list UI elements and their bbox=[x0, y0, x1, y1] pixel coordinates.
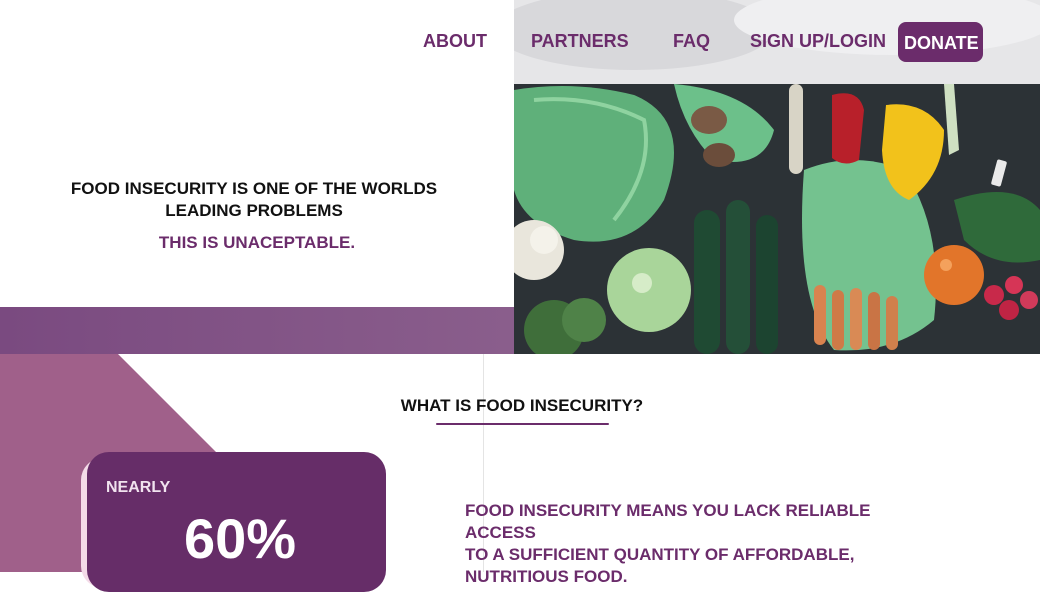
section-title-underline bbox=[436, 423, 609, 425]
stat-prefix: NEARLY bbox=[106, 479, 171, 496]
top-navigation: ABOUT PARTNERS FAQ SIGN UP/LOGIN DONATE bbox=[0, 0, 1040, 84]
stat-value: 60% bbox=[184, 507, 297, 570]
hero-subline: THIS IS UNACEPTABLE. bbox=[158, 233, 356, 252]
definition-text: FOOD INSECURITY MEANS YOU LACK RELIABLE … bbox=[465, 500, 935, 588]
section-title: WHAT IS FOOD INSECURITY? bbox=[400, 396, 644, 415]
hero-headline-line1: FOOD INSECURITY IS ONE OF THE WORLDS bbox=[70, 179, 438, 198]
nav-link-faq[interactable]: FAQ bbox=[673, 31, 710, 52]
purple-band bbox=[0, 307, 514, 354]
nav-link-partners[interactable]: PARTNERS bbox=[531, 31, 629, 52]
donate-button[interactable]: DONATE bbox=[898, 22, 983, 62]
definition-line3: NUTRITIOUS FOOD. bbox=[465, 567, 628, 586]
hero-headline: FOOD INSECURITY IS ONE OF THE WORLDS LEA… bbox=[40, 178, 468, 222]
definition-line2: TO A SUFFICIENT QUANTITY OF AFFORDABLE, bbox=[465, 545, 855, 564]
definition-line1: FOOD INSECURITY MEANS YOU LACK RELIABLE … bbox=[465, 501, 871, 542]
nav-link-signup-login[interactable]: SIGN UP/LOGIN bbox=[750, 31, 886, 52]
hero-headline-line2: LEADING PROBLEMS bbox=[165, 201, 343, 220]
nav-link-about[interactable]: ABOUT bbox=[423, 31, 487, 52]
